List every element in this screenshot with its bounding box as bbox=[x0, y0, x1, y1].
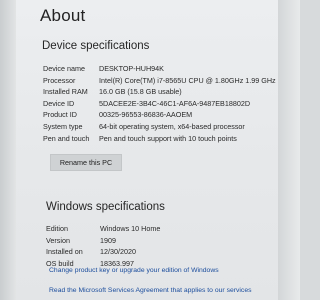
version-row: Version 1909 bbox=[46, 235, 276, 247]
installed-on-row: Installed on 12/30/2020 bbox=[46, 246, 276, 258]
windows-specifications-heading: Windows specifications bbox=[46, 201, 165, 213]
spec-value: DESKTOP-HUH94K bbox=[99, 64, 164, 73]
change-product-key-link[interactable]: Change product key or upgrade your editi… bbox=[49, 267, 219, 274]
spec-label: Product ID bbox=[43, 110, 77, 120]
spec-label: Installed on bbox=[46, 247, 83, 257]
spec-value: Pen and touch support with 10 touch poin… bbox=[99, 133, 237, 143]
device-specifications-heading: Device specifications bbox=[42, 40, 150, 52]
rename-pc-button[interactable]: Rename this PC bbox=[50, 154, 122, 171]
spec-label: Pen and touch bbox=[43, 133, 90, 143]
settings-window: About Device specifications Device name … bbox=[16, 0, 278, 300]
device-id-row: Device ID 5DACEE2E-3B4C-46C1-AF6A-9487EB… bbox=[43, 98, 278, 110]
pen-and-touch-row: Pen and touch Pen and touch support with… bbox=[43, 133, 278, 145]
spec-label: Device ID bbox=[43, 98, 75, 108]
page-title: About bbox=[40, 6, 86, 25]
monitor-bezel-right bbox=[278, 0, 300, 300]
spec-value: 1909 bbox=[100, 235, 116, 245]
spec-label: Edition bbox=[46, 224, 68, 233]
spec-label: Device name bbox=[43, 64, 85, 73]
spec-value: 64-bit operating system, x64-based proce… bbox=[99, 121, 245, 131]
spec-value: Windows 10 Home bbox=[100, 224, 161, 233]
spec-label: Installed RAM bbox=[43, 87, 88, 97]
product-id-row: Product ID 00325-96553-86836-AAOEM bbox=[43, 109, 278, 121]
spec-value: 5DACEE2E-3B4C-46C1-AF6A-9487EB18802D bbox=[99, 98, 251, 108]
monitor-bezel-left bbox=[0, 0, 16, 300]
spec-value: 12/30/2020 bbox=[100, 247, 136, 257]
processor-row: Processor Intel(R) Core(TM) i7-8565U CPU… bbox=[43, 75, 278, 87]
edition-row: Edition Windows 10 Home bbox=[46, 223, 276, 235]
spec-value: 16.0 GB (15.8 GB usable) bbox=[99, 87, 182, 97]
spec-label: Processor bbox=[43, 75, 76, 85]
spec-label: System type bbox=[43, 121, 83, 131]
spec-value: Intel(R) Core(TM) i7-8565U CPU @ 1.80GHz… bbox=[99, 75, 276, 85]
device-name-row: Device name DESKTOP-HUH94K bbox=[43, 63, 278, 75]
installed-ram-row: Installed RAM 16.0 GB (15.8 GB usable) bbox=[43, 86, 278, 98]
spec-value: 00325-96553-86836-AAOEM bbox=[99, 110, 193, 120]
microsoft-services-agreement-link[interactable]: Read the Microsoft Services Agreement th… bbox=[49, 287, 252, 294]
device-specifications-list: Device name DESKTOP-HUH94K Processor Int… bbox=[43, 63, 278, 144]
windows-specifications-list: Edition Windows 10 Home Version 1909 Ins… bbox=[46, 223, 276, 269]
spec-label: Version bbox=[46, 235, 70, 245]
system-type-row: System type 64-bit operating system, x64… bbox=[43, 121, 278, 133]
